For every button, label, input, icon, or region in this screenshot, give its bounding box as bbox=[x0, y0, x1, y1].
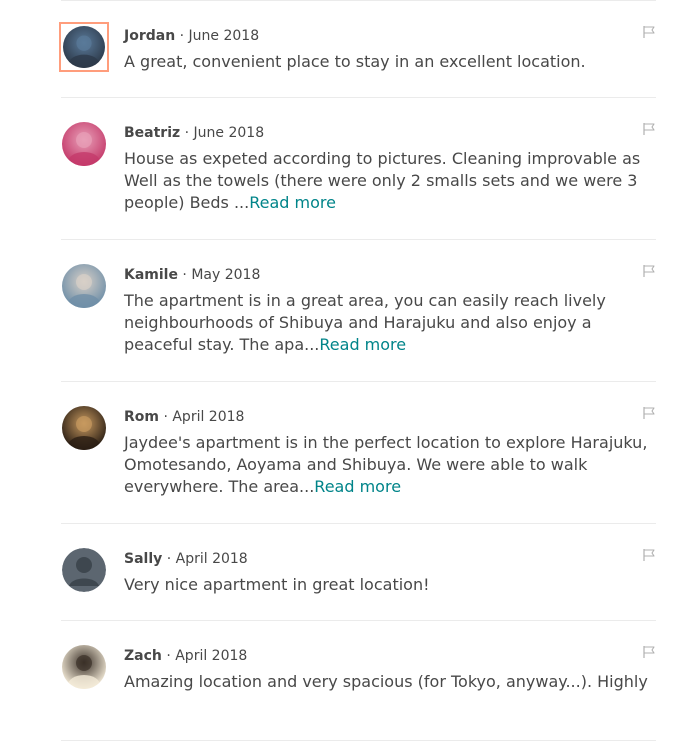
reviewer-name[interactable]: Kamile bbox=[124, 267, 178, 283]
avatar-photo-icon bbox=[62, 122, 106, 166]
meta-separator: · bbox=[175, 28, 189, 44]
review-date: April 2018 bbox=[172, 409, 245, 425]
review-item: Beatriz · June 2018 House as expeted acco… bbox=[61, 98, 656, 240]
review-text: Very nice apartment in great location! bbox=[124, 574, 649, 596]
reviewer-avatar[interactable] bbox=[62, 548, 106, 592]
review-meta: Zach · April 2018 bbox=[124, 647, 247, 665]
review-date: May 2018 bbox=[191, 267, 261, 283]
avatar-photo-icon bbox=[62, 645, 106, 689]
report-flag-icon[interactable] bbox=[642, 548, 656, 562]
meta-separator: · bbox=[177, 267, 192, 283]
reviewer-name[interactable]: Beatriz bbox=[124, 125, 180, 141]
reviewer-avatar[interactable] bbox=[62, 264, 106, 308]
reviewer-avatar[interactable] bbox=[59, 22, 109, 72]
meta-separator: · bbox=[159, 409, 173, 425]
review-meta: Rom · April 2018 bbox=[124, 408, 244, 426]
meta-separator: · bbox=[161, 648, 176, 664]
review-meta: Sally · April 2018 bbox=[124, 550, 248, 568]
review-text: A great, convenient place to stay in an … bbox=[124, 51, 649, 73]
avatar-photo-icon bbox=[62, 264, 106, 308]
default-avatar-icon bbox=[62, 548, 106, 592]
review-meta: Kamile · May 2018 bbox=[124, 266, 260, 284]
review-item: Zach · April 2018 Amazing location and ve… bbox=[61, 621, 656, 741]
review-date: April 2018 bbox=[175, 551, 248, 567]
reviewer-name[interactable]: Zach bbox=[124, 648, 162, 664]
review-text: Amazing location and very spacious (for … bbox=[124, 671, 649, 693]
review-body: A great, convenient place to stay in an … bbox=[124, 52, 586, 71]
review-text: House as expeted according to pictures. … bbox=[124, 148, 649, 214]
review-date: June 2018 bbox=[193, 125, 265, 141]
review-body: Amazing location and very spacious (for … bbox=[124, 672, 648, 691]
reviews-list: Jordan · June 2018 A great, convenient pl… bbox=[59, 0, 656, 741]
avatar-photo-icon bbox=[62, 406, 106, 450]
review-date: June 2018 bbox=[188, 28, 260, 44]
report-flag-icon[interactable] bbox=[642, 122, 656, 136]
report-flag-icon[interactable] bbox=[642, 645, 656, 659]
report-flag-icon[interactable] bbox=[642, 406, 656, 420]
report-flag-icon[interactable] bbox=[642, 25, 656, 39]
review-text: Jaydee's apartment is in the perfect loc… bbox=[124, 432, 649, 498]
review-meta: Jordan · June 2018 bbox=[124, 27, 259, 45]
review-body: House as expeted according to pictures. … bbox=[124, 149, 641, 212]
meta-separator: · bbox=[162, 551, 176, 567]
review-body: Very nice apartment in great location! bbox=[124, 575, 430, 594]
reviewer-name[interactable]: Rom bbox=[124, 409, 159, 425]
reviewer-avatar[interactable] bbox=[62, 645, 106, 689]
meta-separator: · bbox=[180, 125, 194, 141]
reviewer-avatar[interactable] bbox=[62, 122, 106, 166]
review-item: Rom · April 2018 Jaydee's apartment is in… bbox=[61, 382, 656, 524]
reviewer-name[interactable]: Sally bbox=[124, 551, 162, 567]
review-meta: Beatriz · June 2018 bbox=[124, 124, 264, 142]
read-more-link[interactable]: Read more bbox=[249, 193, 336, 212]
avatar-photo-icon bbox=[63, 26, 105, 68]
review-item: Kamile · May 2018 The apartment is in a g… bbox=[61, 240, 656, 382]
review-item: Sally · April 2018 Very nice apartment in… bbox=[61, 524, 656, 621]
review-item: Jordan · June 2018 A great, convenient pl… bbox=[59, 1, 656, 98]
review-text: The apartment is in a great area, you ca… bbox=[124, 290, 649, 356]
read-more-link[interactable]: Read more bbox=[319, 335, 406, 354]
reviewer-avatar[interactable] bbox=[62, 406, 106, 450]
reviewer-name[interactable]: Jordan bbox=[124, 28, 175, 44]
read-more-link[interactable]: Read more bbox=[314, 477, 401, 496]
review-date: April 2018 bbox=[175, 648, 248, 664]
report-flag-icon[interactable] bbox=[642, 264, 656, 278]
